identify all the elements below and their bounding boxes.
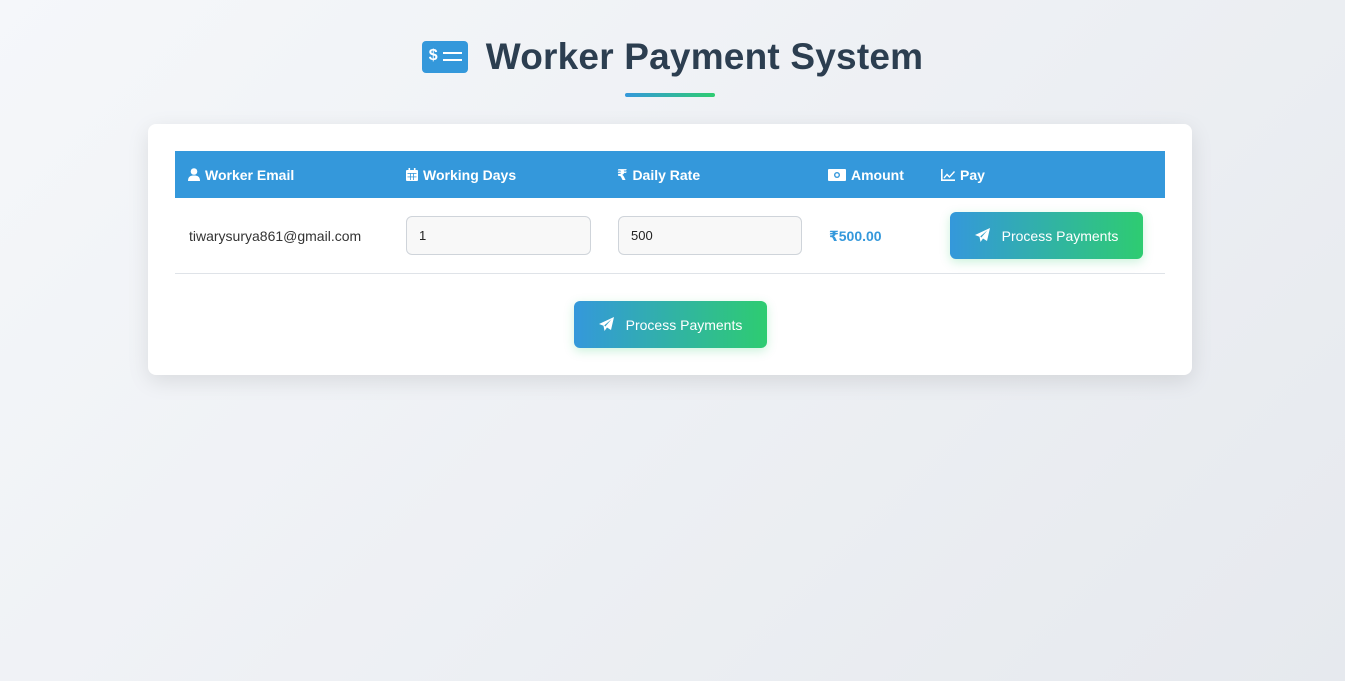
process-payment-row-button[interactable]: Process Payments bbox=[950, 212, 1143, 259]
process-payments-button[interactable]: Process Payments bbox=[574, 301, 767, 348]
chart-line-icon bbox=[941, 168, 955, 181]
money-check-dollar-icon: $ bbox=[421, 41, 468, 73]
column-header-daily-rate: ₹ Daily Rate bbox=[617, 166, 701, 184]
table-row: tiwarysurya861@gmail.com ₹500.00 Process… bbox=[175, 198, 1165, 274]
column-header-working-days: Working Days bbox=[406, 151, 516, 198]
page-title: Worker Payment System bbox=[485, 36, 924, 77]
title-underline bbox=[625, 93, 715, 97]
paper-plane-icon bbox=[598, 317, 614, 331]
payment-card: Worker Email Working Days ₹ Daily Rate A… bbox=[148, 124, 1192, 375]
user-icon bbox=[188, 168, 200, 181]
rupee-icon: ₹ bbox=[617, 166, 628, 184]
daily-rate-input[interactable] bbox=[618, 216, 802, 255]
money-bill-icon bbox=[828, 168, 846, 181]
column-header-email: Worker Email bbox=[188, 151, 294, 198]
column-header-pay: Pay bbox=[941, 151, 985, 198]
page-header: $ Worker Payment System bbox=[0, 36, 1345, 78]
working-days-input[interactable] bbox=[406, 216, 591, 255]
table-header: Worker Email Working Days ₹ Daily Rate A… bbox=[175, 151, 1165, 198]
amount-value: ₹500.00 bbox=[829, 227, 882, 244]
worker-email: tiwarysurya861@gmail.com bbox=[189, 228, 362, 244]
column-header-amount: Amount bbox=[828, 151, 904, 198]
calendar-icon bbox=[406, 168, 418, 181]
paper-plane-icon bbox=[974, 228, 990, 242]
